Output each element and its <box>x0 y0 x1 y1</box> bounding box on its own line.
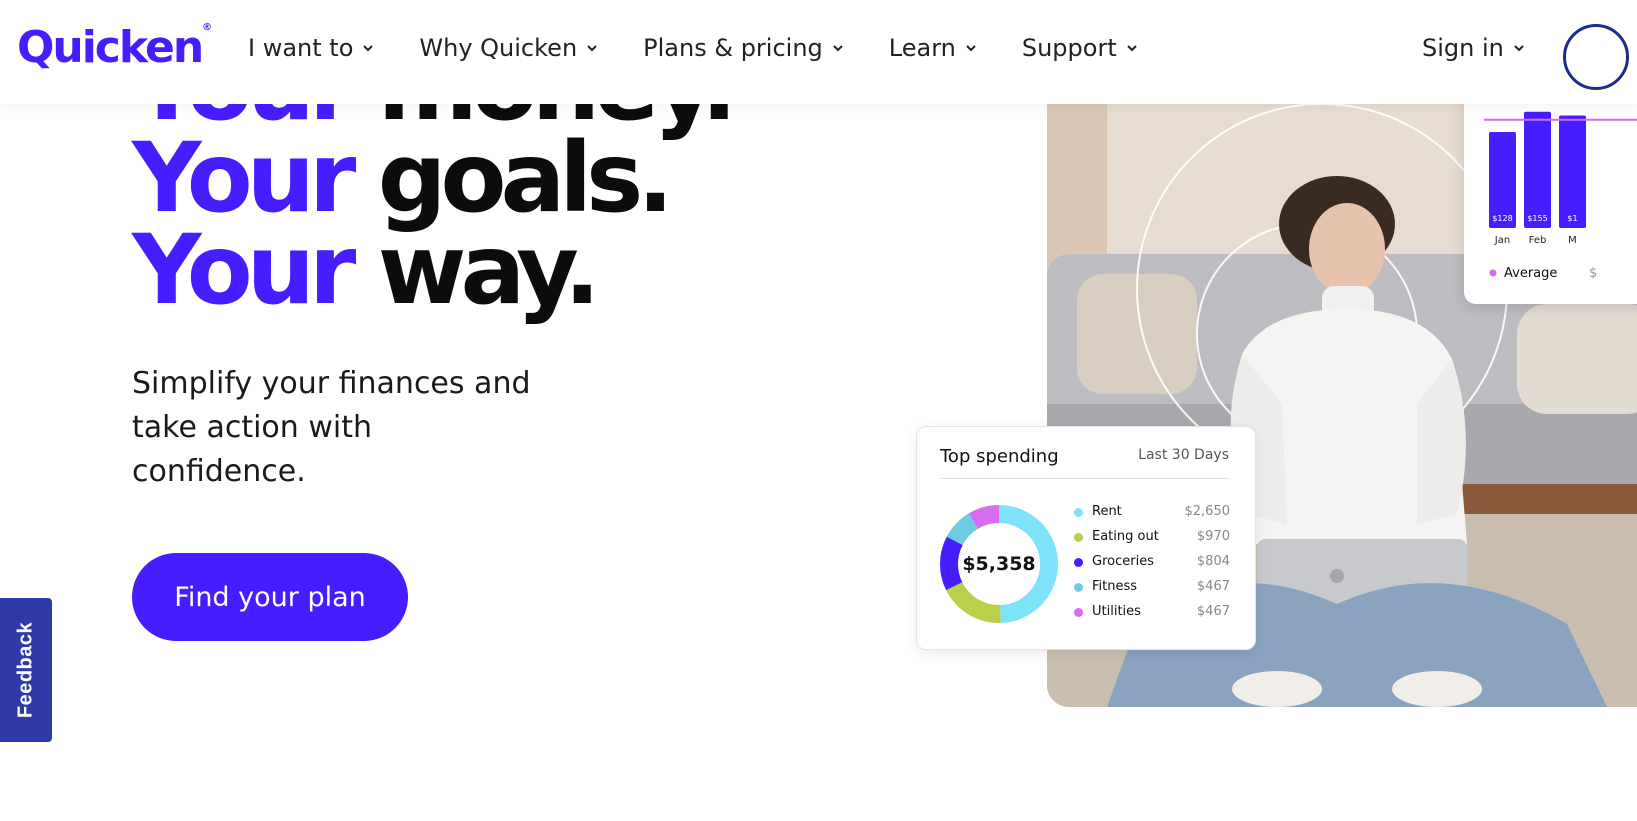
bar-month-label: Jan <box>1494 235 1510 246</box>
nav-why-quicken[interactable]: Why Quicken <box>419 34 599 62</box>
bar-value-label: $1 <box>1567 214 1577 223</box>
hero-subtitle: Simplify your finances and take action w… <box>132 366 531 489</box>
headline-word: Your <box>132 214 356 326</box>
legend-name: Groceries <box>1092 554 1154 569</box>
legend-name: Utilities <box>1092 604 1141 619</box>
site-header: Quicken® I want to Why Quicken Plans & p… <box>0 0 1637 104</box>
chevron-down-icon <box>585 41 599 55</box>
headline-line-3: Your way. <box>132 222 731 318</box>
legend-value: $970 <box>1196 529 1230 544</box>
sign-in-label: Sign in <box>1422 34 1504 62</box>
chevron-down-icon <box>1512 41 1526 55</box>
nav-i-want-to[interactable]: I want to <box>248 34 375 62</box>
nav-label: Why Quicken <box>419 34 578 62</box>
divider <box>940 478 1229 479</box>
nav-label: Support <box>1021 34 1117 62</box>
legend-name: Fitness <box>1092 579 1138 594</box>
bar-feb <box>1524 111 1551 228</box>
chevron-down-icon <box>964 41 978 55</box>
legend-item: Groceries $804 <box>1074 551 1230 576</box>
legend-value: $467 <box>1196 579 1230 594</box>
nav-learn[interactable]: Learn <box>889 34 978 62</box>
legend-name: Rent <box>1092 504 1122 519</box>
headline-word: way. <box>377 214 601 326</box>
legend-value: $804 <box>1196 554 1230 569</box>
bar-value-label: $128 <box>1492 214 1512 223</box>
legend-item: Fitness $467 <box>1074 576 1230 601</box>
sign-in-menu[interactable]: Sign in <box>1422 34 1526 62</box>
nav-support[interactable]: Support <box>1022 34 1139 62</box>
average-legend-value: $ <box>1589 266 1597 281</box>
nav-label: Plans & pricing <box>643 34 823 62</box>
legend-item: Rent $2,650 <box>1074 501 1230 526</box>
legend-dot <box>1074 533 1083 542</box>
average-legend-dot <box>1489 269 1497 277</box>
bar-month-label: M <box>1568 235 1577 246</box>
top-spending-card: Top spending Last 30 Days $5,358 Rent $2,… <box>916 426 1256 650</box>
monthly-bar-chart: $128 Jan $155 Feb $1 M Average $ <box>1484 111 1637 281</box>
headline-line-2: Your goals. <box>132 130 731 226</box>
chevron-down-icon <box>361 41 375 55</box>
quicken-logo[interactable]: Quicken® <box>17 22 212 73</box>
bar-value-label: $155 <box>1527 214 1547 223</box>
legend-item: Eating out $970 <box>1074 526 1230 551</box>
spending-title: Top spending <box>940 446 1059 467</box>
main-nav: I want to Why Quicken Plans & pricing Le… <box>248 34 1183 62</box>
nav-label: I want to <box>248 34 354 62</box>
account-avatar[interactable] <box>1563 24 1629 90</box>
legend-dot <box>1074 508 1083 517</box>
bar-m <box>1559 115 1586 228</box>
legend-value: $2,650 <box>1184 504 1231 519</box>
spending-total: $5,358 <box>962 553 1036 575</box>
nav-label: Learn <box>888 34 956 62</box>
chevron-down-icon <box>831 41 845 55</box>
feedback-label: Feedback <box>14 621 37 719</box>
average-legend-label: Average <box>1504 266 1557 281</box>
legend-dot <box>1074 583 1083 592</box>
legend-item: Utilities $467 <box>1074 601 1230 626</box>
spending-range: Last 30 Days <box>1138 447 1229 463</box>
chevron-down-icon <box>1125 41 1139 55</box>
legend-dot <box>1074 558 1083 567</box>
legend-name: Eating out <box>1092 529 1159 544</box>
nav-plans-pricing[interactable]: Plans & pricing <box>643 34 845 62</box>
bar-month-label: Feb <box>1529 235 1547 246</box>
monthly-bar-card: $128 Jan $155 Feb $1 M Average $ <box>1464 80 1637 304</box>
spending-legend: Rent $2,650 Eating out $970 Groceries $804 … <box>1074 501 1230 626</box>
legend-dot <box>1074 608 1083 617</box>
logo-text: Quicken <box>17 22 204 73</box>
feedback-tab[interactable]: Feedback <box>0 598 52 742</box>
legend-value: $467 <box>1196 604 1230 619</box>
find-your-plan-button[interactable]: Find your plan <box>132 553 408 641</box>
